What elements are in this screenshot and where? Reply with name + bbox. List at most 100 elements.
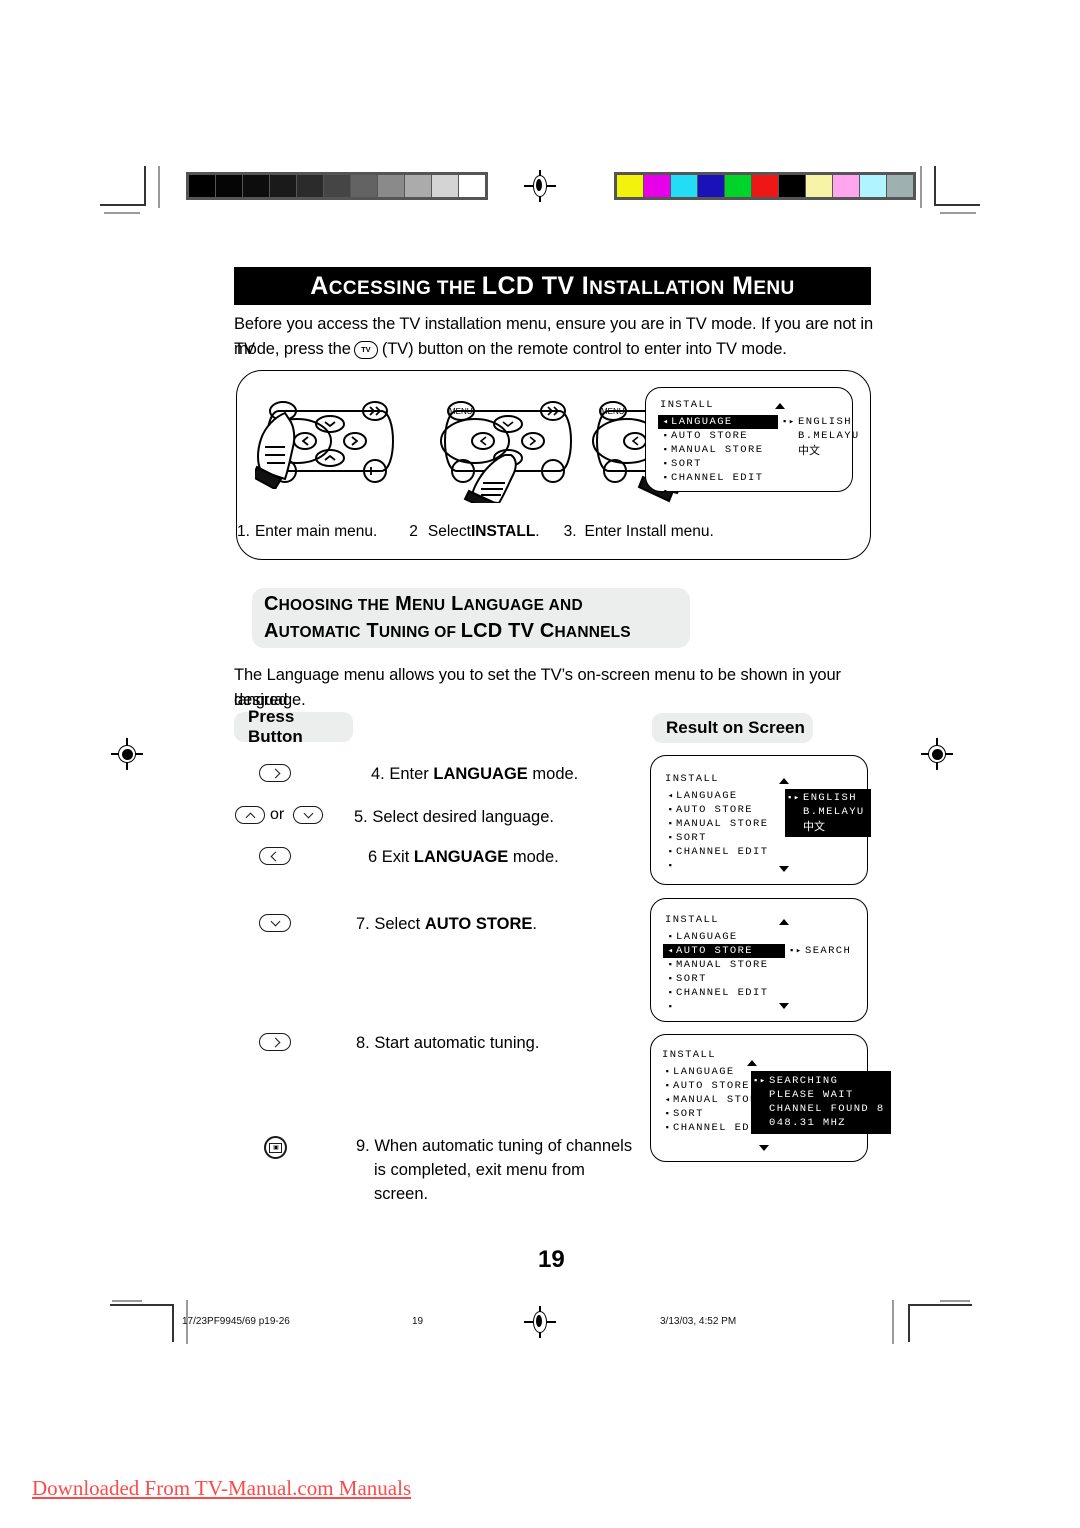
osd-header-top: INSTALL (660, 399, 714, 411)
step-8-pre: Start automatic tuning. (374, 1034, 540, 1052)
step-4-num: 4. (371, 765, 385, 783)
osd-menu-label: LANGUAGE (676, 790, 738, 802)
osd-scroll-up-arrow (779, 919, 789, 925)
osd-value-row: 048.31 MHZ (753, 1116, 885, 1130)
up-arrow-key-step5[interactable] (235, 806, 265, 824)
osd-menu-item: ▪ CHANNEL EDIT (663, 986, 785, 1000)
color-swatch-2 (671, 175, 697, 197)
osd-bullet: ▪ (667, 974, 675, 984)
osd-menu-item: ▪ AUTO STORE (658, 429, 778, 443)
osd-screen-language-values: INSTALL ◂ LANGUAGE ▪ AUTO STORE ▪ MANUAL ST… (650, 755, 871, 885)
osd-menu-item: ▪ SORT (663, 972, 785, 986)
left-arrow-key-step6[interactable] (259, 847, 291, 865)
osd-value-row: B.MELAYU (782, 429, 860, 443)
osd-menu-label: CHANNEL EDIT (676, 987, 769, 999)
chevron-up-icon (246, 811, 255, 820)
page-number: 19 (538, 1246, 565, 1273)
osd-bullet: ▪ (664, 1067, 672, 1077)
osd-bullet: ▪ (667, 1002, 675, 1012)
svg-text:MENU: MENU (449, 407, 473, 416)
osd-screen-searching: INSTALL ▪ LANGUAGE ▪ AUTO STORE ◂ MANUAL ST… (650, 1034, 891, 1162)
osd-value-label: CHANNEL FOUND 8 (769, 1103, 885, 1115)
gray-swatch-4 (297, 175, 323, 197)
osd-value-row: 中文 (782, 443, 860, 457)
chevron-left-icon (271, 852, 280, 861)
osd-menu-item: ▪ MANUAL STORE (663, 817, 785, 831)
osd-value-row: 中文 (787, 819, 865, 833)
gray-swatch-8 (405, 175, 431, 197)
osd-bullet: ◂ (667, 791, 675, 801)
color-swatch-4 (725, 175, 751, 197)
osd-menu-label: SORT (676, 973, 707, 985)
step-4-bold: LANGUAGE (433, 765, 528, 783)
osd-inner-4: INSTALL ▪ LANGUAGE ▪ AUTO STORE ◂ MANUAL ST… (651, 1035, 891, 1161)
caption-2-num: 2 (409, 523, 418, 540)
download-watermark: Downloaded From TV-Manual.com Manuals (32, 1476, 412, 1500)
osd-inner-2: INSTALL ◂ LANGUAGE ▪ AUTO STORE ▪ MANUAL ST… (651, 756, 871, 884)
osd-scroll-down-arrow (779, 1003, 789, 1009)
section-title-banner: ACCESSING THE LCD TV INSTALLATION MENU (234, 267, 871, 305)
section2-heading-line1: CHOOSING THE MENU LANGUAGE AND (264, 593, 583, 615)
osd-bullet: ▪ (662, 487, 670, 497)
osd-scroll-down-arrow (779, 866, 789, 872)
crop-mark-top-left (100, 166, 146, 206)
osd-menu-label: SORT (676, 832, 707, 844)
osd-bullet: ▪ (664, 1081, 672, 1091)
color-swatch-8 (833, 175, 859, 197)
step-7-text: 7. Select AUTO STORE. (356, 912, 537, 936)
press-button-column-header: Press Button (234, 707, 353, 746)
remote-illustration-step2: MENU (440, 401, 572, 503)
gray-swatch-1 (216, 175, 242, 197)
osd-value-panel-2: ▪▸ ENGLISH B.MELAYU 中文 (785, 789, 871, 837)
footer-document-id: 17/23PF9945/69 p19-26 (182, 1316, 290, 1327)
osd-bullet: ▪ (667, 861, 675, 871)
osd-bullet: ▪ (667, 932, 675, 942)
caption-3-label: Enter Install menu. (584, 523, 714, 540)
osd-value-label: B.MELAYU (803, 806, 865, 818)
osd-screen-install-top: INSTALL ◂ LANGUAGE ▪ AUTO STORE ▪ MANUAL ST… (645, 387, 858, 497)
osd-bullet: ▪ (667, 819, 675, 829)
down-arrow-key-step7[interactable] (259, 914, 291, 932)
osd-menu-item: ▪ MANUAL STORE (663, 958, 785, 972)
osd-bullet: ▪ (667, 833, 675, 843)
color-swatch-10 (887, 175, 913, 197)
remote-step-captions: 1. Enter main menu. 2 Select INSTALL . 3… (237, 523, 714, 541)
osd-menu-label: MANUAL STORE (676, 959, 769, 971)
press-button-label: Press Button (248, 707, 303, 746)
right-arrow-key-step4[interactable] (259, 764, 291, 782)
crop-bleed-line-left (158, 166, 160, 208)
step-6-post: mode. (508, 848, 559, 866)
step-9-text: 9. When automatic tuning of channels is … (356, 1134, 636, 1206)
grayscale-calibration-strip (186, 172, 488, 200)
osd-menu-item: ▪ SORT (658, 457, 778, 471)
registration-mark-right-middle (921, 738, 953, 770)
down-arrow-key-step5[interactable] (293, 806, 323, 824)
osd-menu-item: ▪ (663, 859, 785, 873)
osd-menu-item: ▪ AUTO STORE (663, 803, 785, 817)
osd-value-marker: ▪▸ (787, 793, 801, 803)
osd-menu-item: ▪ CHANNEL EDIT (658, 471, 778, 485)
osd-bullet: ◂ (664, 1095, 672, 1105)
menu-key-step9[interactable]: ▣ (264, 1136, 287, 1159)
osd-value-row: ▪▸ SEARCHING (753, 1074, 885, 1088)
osd-menu-item: ▪ (658, 485, 778, 499)
gray-swatch-0 (189, 175, 215, 197)
gray-swatch-3 (270, 175, 296, 197)
osd-menu-label: SORT (673, 1108, 704, 1120)
color-calibration-strip (614, 172, 916, 200)
osd-bullet: ▪ (667, 805, 675, 815)
osd-value-label: ENGLISH (803, 792, 857, 804)
osd-menu-label: LANGUAGE (676, 931, 738, 943)
osd-menu-item: ◂ LANGUAGE (663, 789, 785, 803)
tv-button-icon: TV (353, 340, 378, 359)
intro-paragraph-line2: mode, press the TV (TV) button on the re… (234, 337, 874, 362)
osd-value-row: CHANNEL FOUND 8 (753, 1102, 885, 1116)
osd-menu-label: AUTO STORE (673, 1080, 751, 1092)
caption-2-bold: INSTALL (471, 523, 536, 540)
manual-page: ACCESSING THE LCD TV INSTALLATION MENU B… (0, 0, 1080, 1528)
right-arrow-key-step8[interactable] (259, 1033, 291, 1051)
chevron-right-icon (271, 1038, 280, 1047)
osd-value-label: 中文 (798, 444, 820, 457)
osd-header-2: INSTALL (665, 773, 719, 785)
osd-menu-list-3: ▪ LANGUAGE ◂ AUTO STORE ▪ MANUAL STORE ▪ SOR… (663, 930, 785, 1014)
